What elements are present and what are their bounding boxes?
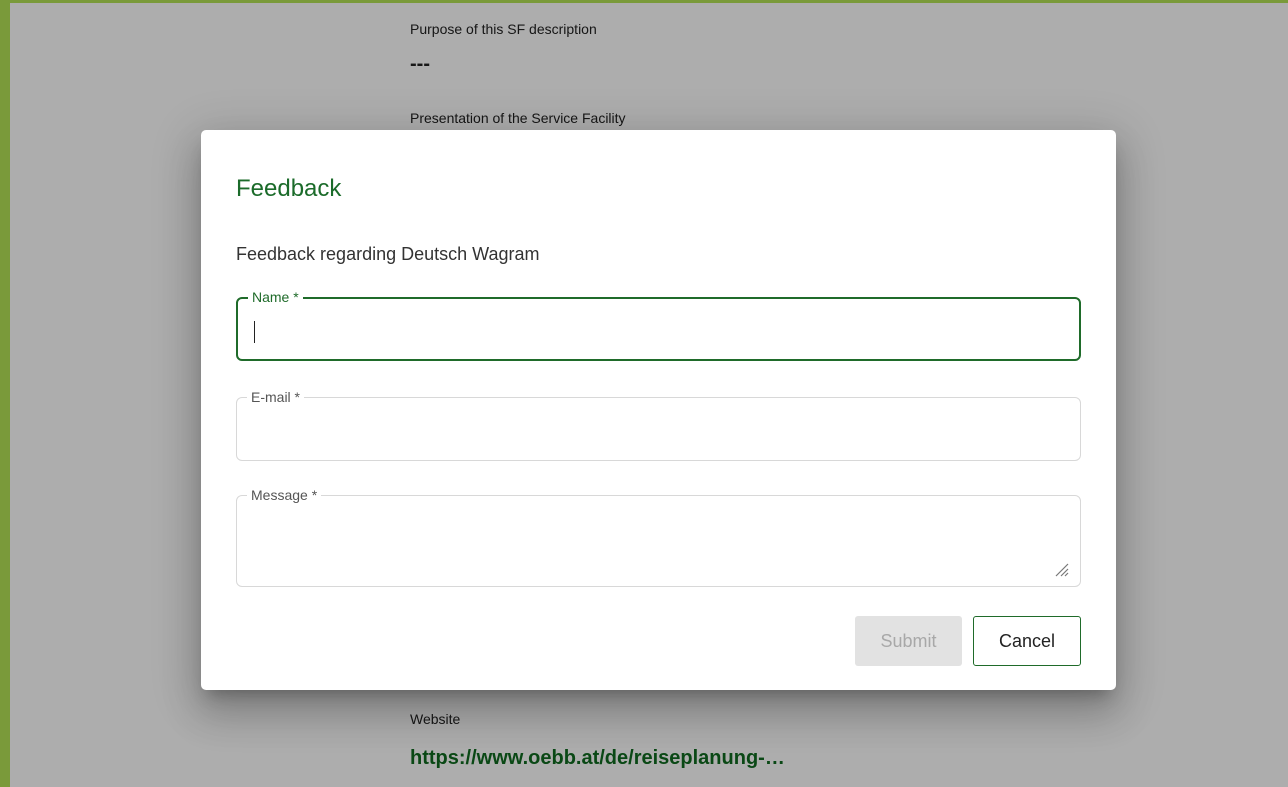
name-input[interactable] [252,319,1065,343]
email-field-label: E-mail * [247,389,305,405]
feedback-dialog: Feedback Feedback regarding Deutsch Wagr… [201,130,1116,690]
message-field-label: Message * [247,487,322,503]
dialog-subtitle: Feedback regarding Deutsch Wagram [236,244,540,264]
email-field[interactable]: E-mail * [236,389,1081,461]
submit-button[interactable]: Submit [855,616,962,666]
text-cursor [254,321,255,343]
name-field[interactable]: Name * [236,289,1081,361]
dialog-title: Feedback [236,175,342,202]
cancel-button[interactable]: Cancel [973,616,1081,666]
message-textarea[interactable] [251,516,1066,566]
message-field[interactable]: Message * [236,487,1081,587]
name-field-label: Name * [248,289,303,305]
email-input[interactable] [251,418,1066,442]
resize-handle-icon[interactable] [1052,560,1070,578]
